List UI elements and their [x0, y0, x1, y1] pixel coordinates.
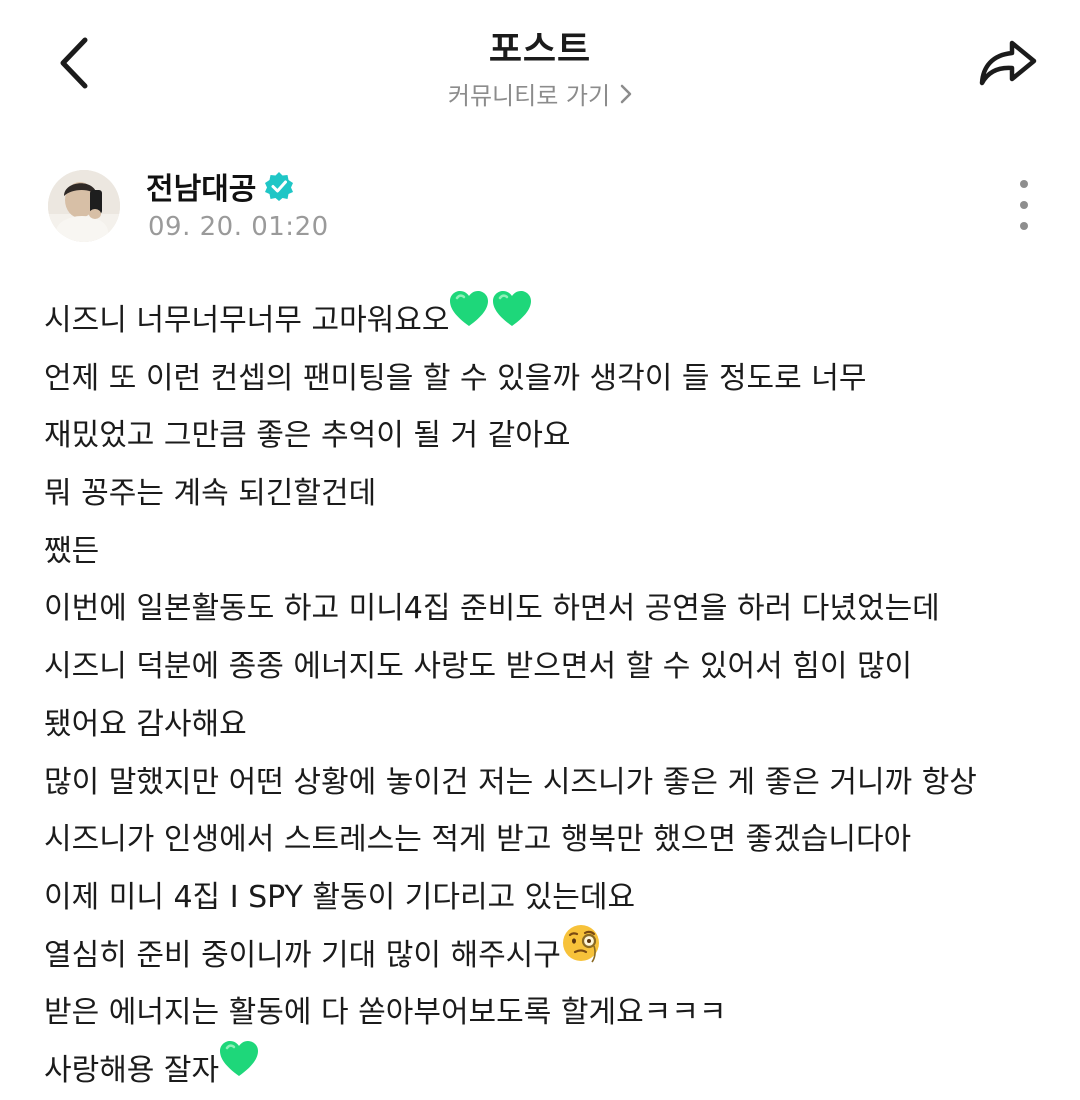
more-options-button[interactable]: [1004, 180, 1044, 230]
post-line: 재밌었고 그만큼 좋은 추억이 될 거 같아요: [44, 418, 571, 454]
community-link-label: 커뮤니티로 가기: [447, 82, 611, 110]
post-timestamp: 09. 20. 01:20: [148, 212, 329, 242]
post-body: 시즈니 너무너무너무 고마워요오 언제 또 이런 컨셉의 팬미팅을 할 수 있을…: [44, 290, 1054, 1100]
post-line: 시즈니 덕분에 종종 에너지도 사랑도 받으면서 할 수 있어서 힘이 많이: [44, 649, 913, 685]
post-line: 열심히 준비 중이니까 기대 많이 해주시구: [44, 925, 1054, 985]
post-line: 이번에 일본활동도 하고 미니4집 준비도 하면서 공연을 하러 다녔었는데: [44, 591, 940, 627]
author-row: 전남대공: [146, 164, 294, 208]
post-line: 시즈니 너무너무너무 고마워요오: [44, 290, 1054, 350]
page-title: 포스트: [488, 29, 592, 70]
post-line: 받은 에너지는 활동에 다 쏟아부어보도록 할게요ㅋㅋㅋ: [44, 995, 727, 1031]
author-avatar[interactable]: [48, 170, 120, 242]
face-with-monocle-emoji: [561, 922, 603, 984]
post-line: 됐어요 감사해요: [44, 706, 247, 742]
post-line: 뭐 꽁주는 계속 되긴할건데: [44, 476, 377, 512]
verified-badge-icon: [264, 171, 294, 201]
share-arrow-icon: [978, 37, 1038, 93]
green-heart-emoji: [489, 290, 535, 348]
post-line: 언제 또 이런 컨셉의 팬미팅을 할 수 있을까 생각이 들 정도로 너무: [44, 360, 867, 396]
community-link[interactable]: 커뮤니티로 가기: [0, 76, 1080, 111]
post-line: 쨌든: [44, 533, 100, 569]
author-name[interactable]: 전남대공: [146, 164, 256, 208]
top-bar: 포스트 커뮤니티로 가기: [0, 0, 1080, 130]
share-button[interactable]: [968, 30, 1048, 100]
post-line: 많이 말했지만 어떤 상황에 놓이건 저는 시즈니가 좋은 게 좋은 거니까 항…: [44, 764, 977, 800]
green-heart-emoji: [219, 1040, 259, 1098]
green-heart-emoji: [449, 290, 489, 348]
post-line: 시즈니가 인생에서 스트레스는 적게 받고 행복만 했으면 좋겠습니다아: [44, 822, 912, 858]
post-line: 사랑해용 잘자: [44, 1040, 1054, 1100]
chevron-right-icon: [620, 84, 632, 104]
more-vertical-icon: [1020, 180, 1028, 188]
post-line: 이제 미니 4집 I SPY 활동이 기다리고 있는데요: [44, 879, 636, 915]
